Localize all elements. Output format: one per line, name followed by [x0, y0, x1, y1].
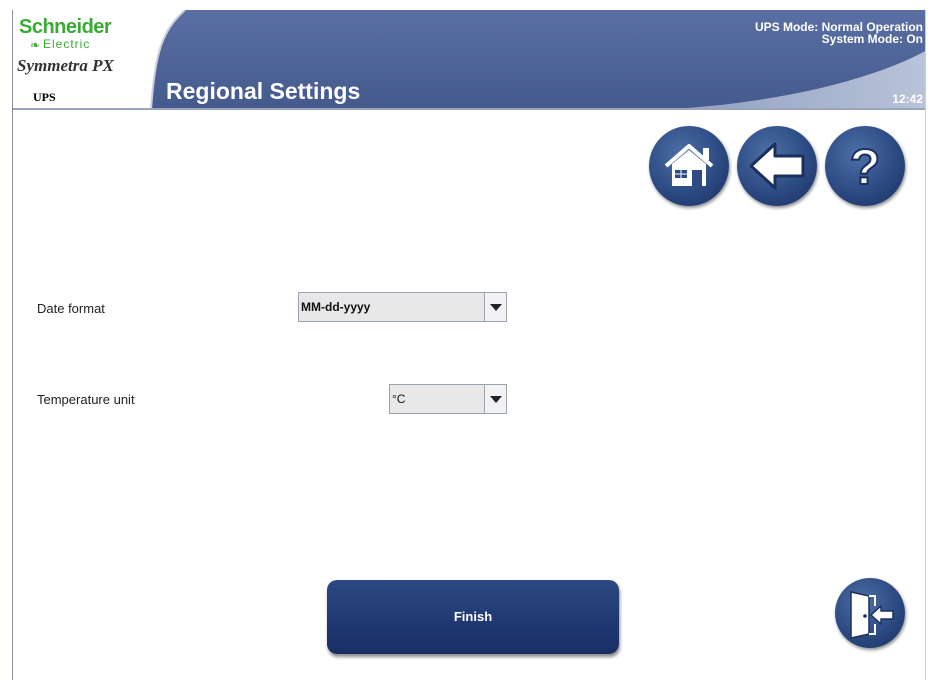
logout-button[interactable]: [835, 578, 905, 648]
date-format-dropdown-button[interactable]: [484, 293, 506, 321]
temperature-unit-select[interactable]: °C: [389, 384, 507, 414]
finish-button[interactable]: Finish: [327, 580, 619, 654]
temperature-unit-dropdown-button[interactable]: [484, 385, 506, 413]
logout-door-icon: [850, 591, 894, 639]
back-button[interactable]: [737, 126, 817, 206]
date-format-value: MM-dd-yyyy: [301, 300, 371, 314]
home-button[interactable]: [649, 126, 729, 206]
temperature-unit-value: °C: [392, 392, 406, 406]
chevron-down-icon: [490, 304, 502, 311]
clock: 12:42: [892, 92, 923, 106]
chevron-down-icon: [490, 396, 502, 403]
date-format-label: Date format: [37, 301, 105, 316]
status-block: UPS Mode: Normal Operation System Mode: …: [755, 21, 923, 45]
temperature-unit-label: Temperature unit: [37, 392, 135, 407]
app-window: Schneider ❧ Electric Symmetra PX UPS Reg…: [12, 10, 926, 680]
product-name: Symmetra PX: [17, 56, 114, 75]
help-button[interactable]: ?: [825, 126, 905, 206]
home-icon: [664, 144, 714, 186]
brand-logo-sub: Electric: [43, 37, 91, 51]
header-bar: Schneider ❧ Electric Symmetra PX UPS Reg…: [13, 10, 925, 110]
brand-logo: Schneider: [19, 16, 112, 38]
help-icon: ?: [849, 138, 882, 196]
page-title: Regional Settings: [166, 78, 361, 104]
system-mode-status: System Mode: On: [821, 32, 923, 46]
back-arrow-icon: [749, 142, 805, 190]
svg-text:?: ?: [850, 139, 881, 195]
brand-leaf-icon: ❧: [30, 38, 41, 52]
device-label: UPS: [33, 90, 56, 104]
date-format-select[interactable]: MM-dd-yyyy: [298, 292, 507, 322]
